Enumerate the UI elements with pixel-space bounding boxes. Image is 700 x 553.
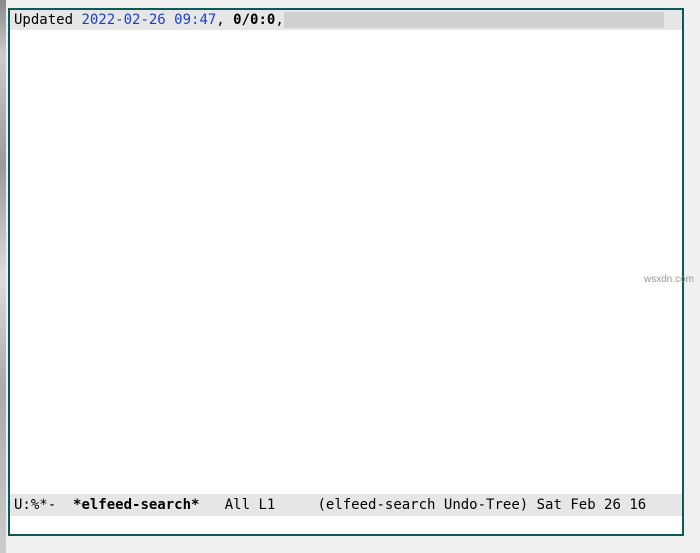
header-separator2: , xyxy=(275,12,283,28)
modeline-buffer-name: *elfeed-search* xyxy=(73,497,199,513)
echo-area[interactable] xyxy=(10,516,682,534)
header-stats: 0/0:0 xyxy=(233,12,275,28)
mode-line[interactable]: U:%*- *elfeed-search* All L1 (elfeed-sea… xyxy=(10,494,682,516)
header-separator: , xyxy=(216,12,233,28)
buffer-area[interactable] xyxy=(10,30,682,494)
emacs-frame: Updated 2022-02-26 09:47, 0/0:0, U:%*- *… xyxy=(8,8,684,536)
header-updated-label: Updated xyxy=(14,12,81,28)
background-sliver xyxy=(0,0,6,553)
header-highlight xyxy=(284,12,664,28)
modeline-status: U:%*- xyxy=(14,497,73,513)
modeline-datetime: Sat Feb 26 16 xyxy=(537,497,647,513)
modeline-modes: (elfeed-search Undo-Tree) xyxy=(317,497,536,513)
header-timestamp: 2022-02-26 09:47 xyxy=(81,12,216,28)
header-line: Updated 2022-02-26 09:47, 0/0:0, xyxy=(10,10,682,30)
watermark: wsxdn.com xyxy=(644,274,694,285)
modeline-position: All L1 xyxy=(199,497,317,513)
